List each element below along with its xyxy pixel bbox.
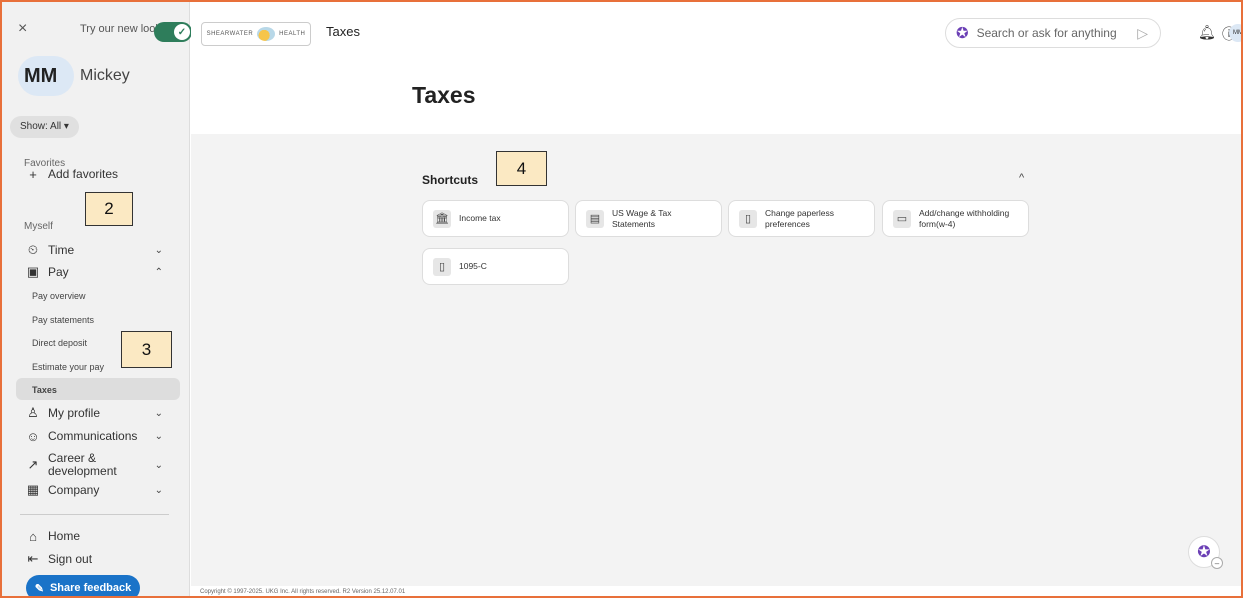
share-feedback-label: Share feedback xyxy=(49,582,132,594)
sidebar-subitem-direct-deposit[interactable]: Direct deposit xyxy=(32,338,87,348)
sidebar-item-label: Career & development xyxy=(48,451,117,478)
user-name: Mickey xyxy=(80,67,130,84)
chevron-down-icon: ⌄ xyxy=(154,459,163,471)
calendar-clock-icon: ⏲ xyxy=(27,242,39,257)
callout-4: 4 xyxy=(496,151,547,186)
sidebar-item-label: Company xyxy=(48,483,100,497)
sidebar-item-communications[interactable]: ☺ Communications ⌄ xyxy=(24,426,169,446)
shortcut-paperless[interactable]: ▯ Change paperless preferences xyxy=(728,200,875,237)
sidebar-subitem-pay-statements[interactable]: Pay statements xyxy=(32,315,94,325)
try-new-look-label: Try our new look xyxy=(80,23,161,35)
logo-text-right: HEALTH xyxy=(279,31,306,37)
document-icon: ▯ xyxy=(739,209,757,228)
ai-spark-icon: ✪ xyxy=(1197,544,1211,561)
copyright-footer: Copyright © 1997-2025. UKG Inc. All righ… xyxy=(200,589,406,595)
sidebar-item-label: Home xyxy=(48,529,81,543)
chevron-up-icon[interactable]: ^ xyxy=(1019,172,1024,184)
sidebar-item-career[interactable]: ↗ Career & development ⌄ xyxy=(24,450,169,480)
ai-spark-icon: ✪ xyxy=(956,25,969,42)
sidebar-item-label: Pay xyxy=(48,265,69,279)
chat-icon: ☺ xyxy=(26,428,40,444)
shortcut-label: Add/change withholding form(w-4) xyxy=(919,208,1010,229)
shortcut-wage-tax-statements[interactable]: ▤ US Wage & Tax Statements xyxy=(575,200,722,237)
shortcut-label: 1095-C xyxy=(459,261,487,272)
plus-icon: + xyxy=(29,166,37,182)
share-feedback-button[interactable]: ✎ Share feedback xyxy=(26,575,140,598)
shortcut-label: Change paperless preferences xyxy=(765,208,834,229)
feedback-icon: ✎ xyxy=(34,582,44,595)
sign-out-icon: ⇤ xyxy=(27,551,39,566)
sidebar-subitem-pay-overview[interactable]: Pay overview xyxy=(32,291,86,301)
statement-icon: ▤ xyxy=(586,209,604,228)
sidebar-subitem-estimate-pay[interactable]: Estimate your pay xyxy=(32,362,104,372)
sidebar-subitem-taxes[interactable]: Taxes xyxy=(32,385,57,395)
shortcut-label: US Wage & Tax Statements xyxy=(612,208,672,229)
search-input[interactable]: ✪ Search or ask for anything ▷ xyxy=(945,18,1161,48)
shortcuts-heading: Shortcuts xyxy=(422,173,479,187)
sidebar-top: × Try our new look ✓ xyxy=(12,18,192,42)
sidebar-item-sign-out[interactable]: ⇤ Sign out xyxy=(24,549,169,569)
check-icon: ✓ xyxy=(174,24,190,40)
building-icon: ▦ xyxy=(26,482,40,497)
chevron-down-icon: ⌄ xyxy=(154,244,163,256)
sidebar-item-time[interactable]: ⏲ Time ⌄ xyxy=(24,240,169,260)
shortcut-label: Income tax xyxy=(459,213,501,224)
shortcut-1095c[interactable]: ▯ 1095-C xyxy=(422,248,569,285)
shortcut-income-tax[interactable]: 🏛 Income tax xyxy=(422,200,569,237)
sidebar-item-label: Time xyxy=(48,243,75,257)
logo-text-left: SHEARWATER xyxy=(206,31,254,37)
sidebar-item-home[interactable]: ⌂ Home xyxy=(24,526,169,546)
sidebar-divider xyxy=(20,514,169,515)
header-title: Taxes xyxy=(326,24,360,39)
sidebar-item-my-profile[interactable]: ♙ My profile ⌄ xyxy=(24,403,169,423)
bell-icon[interactable]: 🔔︎ xyxy=(1198,24,1216,41)
person-icon: ♙ xyxy=(27,405,39,420)
shortcut-withholding[interactable]: ▭ Add/change withholding form(w-4) xyxy=(882,200,1029,237)
chevron-down-icon: ⌄ xyxy=(154,484,163,496)
myself-label: Myself xyxy=(24,221,53,232)
chevron-down-icon: ⌄ xyxy=(154,407,163,419)
search-placeholder: Search or ask for anything xyxy=(976,26,1117,40)
home-icon: ⌂ xyxy=(29,528,37,544)
header-avatar[interactable]: MM xyxy=(1229,24,1243,42)
close-icon[interactable]: × xyxy=(18,20,27,38)
top-header: SHEARWATER HEALTH Taxes ✪ Search or ask … xyxy=(191,0,1243,66)
callout-2: 2 xyxy=(85,192,133,226)
callout-3: 3 xyxy=(121,331,172,368)
company-logo[interactable]: SHEARWATER HEALTH xyxy=(201,22,311,46)
page-title: Taxes xyxy=(412,82,476,108)
logo-mark-icon xyxy=(257,27,276,41)
chevron-down-icon: ⌄ xyxy=(154,430,163,442)
show-filter-button[interactable]: Show: All ▾ xyxy=(10,116,79,138)
minimize-icon[interactable]: – xyxy=(1211,557,1223,569)
sidebar-item-label: Communications xyxy=(48,429,138,443)
document-icon: ▯ xyxy=(433,257,451,276)
sidebar: × Try our new look ✓ MM Mickey Show: All… xyxy=(0,0,192,598)
new-look-toggle[interactable]: ✓ xyxy=(154,22,192,42)
sidebar-item-company[interactable]: ▦ Company ⌄ xyxy=(24,480,169,500)
sidebar-item-pay[interactable]: ▣ Pay ⌃ xyxy=(24,262,169,282)
assistant-button[interactable]: ✪ – xyxy=(1188,536,1223,569)
form-icon: ▭ xyxy=(893,209,911,228)
bank-icon: 🏛 xyxy=(433,209,451,228)
send-icon[interactable]: ▷ xyxy=(1137,25,1148,42)
sidebar-item-label: Sign out xyxy=(48,552,93,566)
money-icon: ▣ xyxy=(26,264,40,279)
chevron-up-icon: ⌃ xyxy=(154,266,163,278)
add-favorites-label: Add favorites xyxy=(48,167,119,181)
sidebar-item-label: My profile xyxy=(48,406,101,420)
add-favorites-button[interactable]: + Add favorites xyxy=(24,164,169,184)
career-icon: ↗ xyxy=(27,457,39,472)
avatar[interactable]: MM xyxy=(18,56,74,96)
